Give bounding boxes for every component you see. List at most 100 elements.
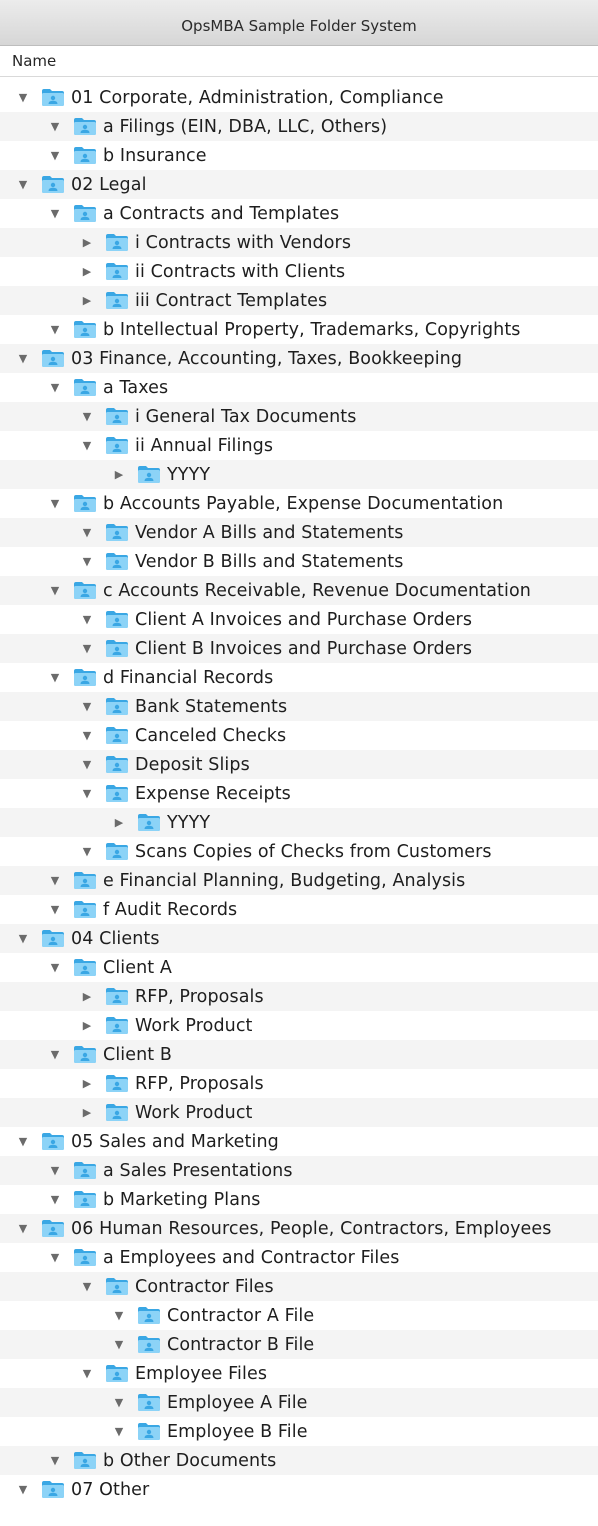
disclosure-triangle-down-icon[interactable]: ▼ [16, 1222, 30, 1236]
disclosure-triangle-down-icon[interactable]: ▼ [48, 903, 62, 917]
folder-row[interactable]: ▶ YYYY [0, 808, 598, 837]
disclosure-triangle-down-icon[interactable]: ▼ [80, 845, 94, 859]
disclosure-triangle-down-icon[interactable]: ▼ [16, 1135, 30, 1149]
disclosure-triangle-down-icon[interactable]: ▼ [48, 207, 62, 221]
folder-row[interactable]: ▼ 03 Finance, Accounting, Taxes, Bookkeep… [0, 344, 598, 373]
disclosure-triangle-down-icon[interactable]: ▼ [48, 1164, 62, 1178]
disclosure-triangle-right-icon[interactable]: ▶ [112, 816, 126, 830]
disclosure-triangle-right-icon[interactable]: ▶ [80, 1019, 94, 1033]
disclosure-triangle-down-icon[interactable]: ▼ [16, 932, 30, 946]
disclosure-triangle-down-icon[interactable]: ▼ [16, 91, 30, 105]
disclosure-triangle-right-icon[interactable]: ▶ [112, 468, 126, 482]
folder-row[interactable]: ▼ Employee B File [0, 1417, 598, 1446]
disclosure-triangle-down-icon[interactable]: ▼ [112, 1338, 126, 1352]
folder-row[interactable]: ▼ f Audit Records [0, 895, 598, 924]
disclosure-triangle-down-icon[interactable]: ▼ [48, 1454, 62, 1468]
disclosure-triangle-down-icon[interactable]: ▼ [112, 1396, 126, 1410]
disclosure-triangle-down-icon[interactable]: ▼ [48, 323, 62, 337]
folder-row[interactable]: ▼ b Other Documents [0, 1446, 598, 1475]
folder-row[interactable]: ▶ i Contracts with Vendors [0, 228, 598, 257]
disclosure-triangle-down-icon[interactable]: ▼ [80, 439, 94, 453]
folder-row[interactable]: ▼ Employee A File [0, 1388, 598, 1417]
disclosure-triangle-down-icon[interactable]: ▼ [48, 584, 62, 598]
folder-row[interactable]: ▼ i General Tax Documents [0, 402, 598, 431]
disclosure-triangle-down-icon[interactable]: ▼ [80, 410, 94, 424]
disclosure-triangle-down-icon[interactable]: ▼ [112, 1309, 126, 1323]
folder-row[interactable]: ▼ a Sales Presentations [0, 1156, 598, 1185]
folder-row[interactable]: ▼ Employee Files [0, 1359, 598, 1388]
disclosure-triangle-down-icon[interactable]: ▼ [48, 1048, 62, 1062]
disclosure-triangle-down-icon[interactable]: ▼ [80, 613, 94, 627]
disclosure-triangle-down-icon[interactable]: ▼ [48, 381, 62, 395]
disclosure-triangle-down-icon[interactable]: ▼ [48, 874, 62, 888]
folder-row[interactable]: ▶ RFP, Proposals [0, 1069, 598, 1098]
disclosure-triangle-down-icon[interactable]: ▼ [80, 700, 94, 714]
folder-row[interactable]: ▼ ii Annual Filings [0, 431, 598, 460]
folder-row[interactable]: ▼ a Taxes [0, 373, 598, 402]
folder-row[interactable]: ▼ Contractor Files [0, 1272, 598, 1301]
folder-row[interactable]: ▼ 01 Corporate, Administration, Complianc… [0, 83, 598, 112]
folder-row[interactable]: ▼ 07 Other [0, 1475, 598, 1504]
folder-row[interactable]: ▼ Vendor A Bills and Statements [0, 518, 598, 547]
folder-row[interactable]: ▼ Contractor A File [0, 1301, 598, 1330]
folder-row[interactable]: ▼ Client B Invoices and Purchase Orders [0, 634, 598, 663]
disclosure-triangle-down-icon[interactable]: ▼ [112, 1425, 126, 1439]
name-column-header[interactable]: Name [0, 46, 598, 77]
folder-row[interactable]: ▼ b Intellectual Property, Trademarks, Co… [0, 315, 598, 344]
folder-row[interactable]: ▼ b Accounts Payable, Expense Documentati… [0, 489, 598, 518]
folder-row[interactable]: ▼ 06 Human Resources, People, Contractors… [0, 1214, 598, 1243]
disclosure-triangle-down-icon[interactable]: ▼ [48, 120, 62, 134]
disclosure-triangle-down-icon[interactable]: ▼ [16, 352, 30, 366]
folder-row[interactable]: ▼ e Financial Planning, Budgeting, Analys… [0, 866, 598, 895]
disclosure-triangle-down-icon[interactable]: ▼ [48, 149, 62, 163]
disclosure-triangle-right-icon[interactable]: ▶ [80, 1077, 94, 1091]
disclosure-triangle-down-icon[interactable]: ▼ [48, 1251, 62, 1265]
folder-row[interactable]: ▶ iii Contract Templates [0, 286, 598, 315]
folder-row[interactable]: ▶ RFP, Proposals [0, 982, 598, 1011]
folder-row[interactable]: ▼ b Insurance [0, 141, 598, 170]
folder-row[interactable]: ▼ 02 Legal [0, 170, 598, 199]
disclosure-triangle-down-icon[interactable]: ▼ [80, 787, 94, 801]
disclosure-triangle-right-icon[interactable]: ▶ [80, 265, 94, 279]
disclosure-triangle-right-icon[interactable]: ▶ [80, 1106, 94, 1120]
folder-row[interactable]: ▶ YYYY [0, 460, 598, 489]
folder-name: Client A [103, 957, 172, 978]
folder-row[interactable]: ▼ Client B [0, 1040, 598, 1069]
disclosure-triangle-down-icon[interactable]: ▼ [80, 1280, 94, 1294]
folder-row[interactable]: ▼ Client A Invoices and Purchase Orders [0, 605, 598, 634]
disclosure-triangle-down-icon[interactable]: ▼ [80, 729, 94, 743]
disclosure-triangle-down-icon[interactable]: ▼ [48, 671, 62, 685]
folder-row[interactable]: ▼ a Filings (EIN, DBA, LLC, Others) [0, 112, 598, 141]
disclosure-triangle-down-icon[interactable]: ▼ [16, 1483, 30, 1497]
folder-row[interactable]: ▼ b Marketing Plans [0, 1185, 598, 1214]
disclosure-triangle-down-icon[interactable]: ▼ [48, 1193, 62, 1207]
folder-row[interactable]: ▼ d Financial Records [0, 663, 598, 692]
folder-row[interactable]: ▼ Client A [0, 953, 598, 982]
disclosure-triangle-down-icon[interactable]: ▼ [80, 555, 94, 569]
folder-row[interactable]: ▼ a Contracts and Templates [0, 199, 598, 228]
folder-row[interactable]: ▼ Deposit Slips [0, 750, 598, 779]
folder-row[interactable]: ▼ 05 Sales and Marketing [0, 1127, 598, 1156]
disclosure-triangle-down-icon[interactable]: ▼ [48, 497, 62, 511]
disclosure-triangle-down-icon[interactable]: ▼ [48, 961, 62, 975]
folder-row[interactable]: ▼ Bank Statements [0, 692, 598, 721]
disclosure-triangle-down-icon[interactable]: ▼ [16, 178, 30, 192]
folder-row[interactable]: ▼ Vendor B Bills and Statements [0, 547, 598, 576]
disclosure-triangle-right-icon[interactable]: ▶ [80, 236, 94, 250]
folder-row[interactable]: ▼ Contractor B File [0, 1330, 598, 1359]
folder-row[interactable]: ▼ Scans Copies of Checks from Customers [0, 837, 598, 866]
disclosure-triangle-right-icon[interactable]: ▶ [80, 990, 94, 1004]
folder-row[interactable]: ▼ Canceled Checks [0, 721, 598, 750]
folder-row[interactable]: ▶ Work Product [0, 1011, 598, 1040]
disclosure-triangle-right-icon[interactable]: ▶ [80, 294, 94, 308]
folder-row[interactable]: ▼ a Employees and Contractor Files [0, 1243, 598, 1272]
disclosure-triangle-down-icon[interactable]: ▼ [80, 526, 94, 540]
folder-row[interactable]: ▶ ii Contracts with Clients [0, 257, 598, 286]
folder-row[interactable]: ▼ Expense Receipts [0, 779, 598, 808]
disclosure-triangle-down-icon[interactable]: ▼ [80, 758, 94, 772]
folder-row[interactable]: ▼ c Accounts Receivable, Revenue Document… [0, 576, 598, 605]
folder-row[interactable]: ▼ 04 Clients [0, 924, 598, 953]
folder-row[interactable]: ▶ Work Product [0, 1098, 598, 1127]
disclosure-triangle-down-icon[interactable]: ▼ [80, 1367, 94, 1381]
disclosure-triangle-down-icon[interactable]: ▼ [80, 642, 94, 656]
